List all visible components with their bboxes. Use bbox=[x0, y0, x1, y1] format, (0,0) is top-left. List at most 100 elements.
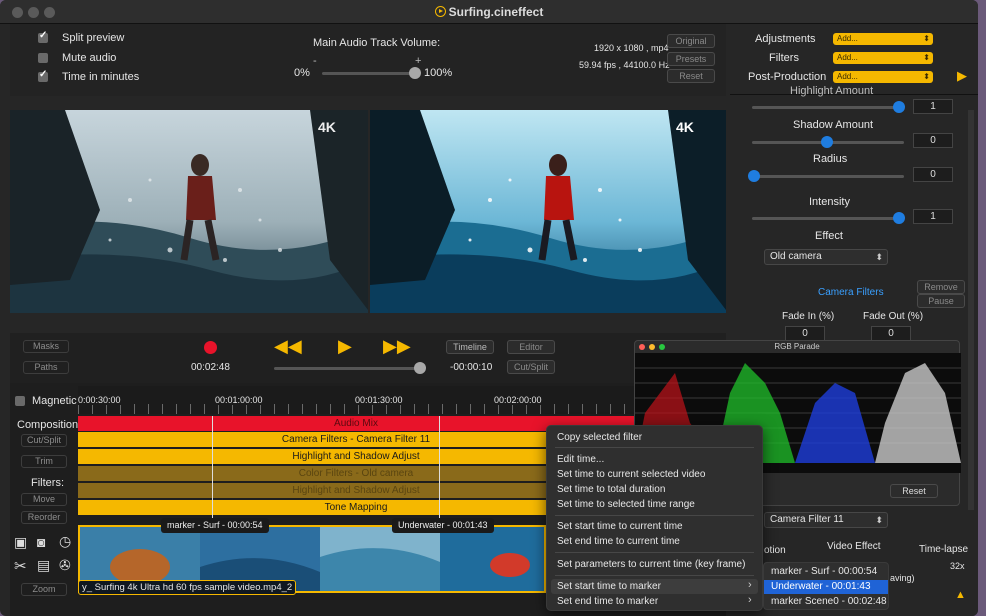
time-in-minutes-label: Time in minutes bbox=[62, 71, 140, 83]
timelapse-value: 32x bbox=[950, 561, 965, 571]
postproduction-label: Post-Production bbox=[748, 71, 827, 83]
surf-scene-original: 4K bbox=[10, 110, 368, 313]
zoom-button[interactable]: Zoom bbox=[21, 583, 67, 596]
intensity-label: Intensity bbox=[809, 196, 850, 208]
highlight-value[interactable]: 1 bbox=[913, 99, 953, 114]
run-effects-icon[interactable]: ▶ bbox=[957, 68, 967, 84]
preview-processed[interactable]: 4K bbox=[370, 110, 726, 313]
highlight-amount-label: Highlight Amount bbox=[790, 85, 874, 97]
intensity-value[interactable]: 1 bbox=[913, 209, 953, 224]
scrub-slider-knob[interactable] bbox=[414, 362, 426, 374]
time-ruler[interactable]: 0:00:30:00 00:01:00:00 00:01:30:00 00:02… bbox=[78, 386, 634, 414]
remaining-time: -00:00:10 bbox=[450, 362, 493, 373]
masks-button[interactable]: Masks bbox=[23, 340, 69, 353]
marker-tag-surf[interactable]: marker - Surf - 00:00:54 bbox=[161, 518, 269, 533]
menu-start-to-current[interactable]: Set start time to current time bbox=[557, 521, 683, 532]
radius-value[interactable]: 0 bbox=[913, 167, 953, 182]
menu-edit-time[interactable]: Edit time... bbox=[557, 454, 604, 465]
adjustments-add-select[interactable]: Add... bbox=[833, 33, 933, 45]
parade-title: RGB Parade bbox=[774, 342, 820, 351]
highlight-slider-knob[interactable] bbox=[893, 101, 905, 113]
current-time: 00:02:48 bbox=[191, 362, 230, 373]
parade-reset-button[interactable]: Reset bbox=[890, 484, 938, 498]
photos-icon[interactable]: ▣ bbox=[14, 534, 27, 551]
trim-button[interactable]: Trim bbox=[21, 455, 67, 468]
shadow-value[interactable]: 0 bbox=[913, 133, 953, 148]
fps-info: 59.94 fps , 44100.0 Hz bbox=[579, 60, 670, 70]
rewind-button[interactable]: ◀◀ bbox=[274, 336, 302, 357]
submenu-marker-scene0[interactable]: marker Scene0 - 00:02:48 bbox=[764, 595, 888, 609]
radius-slider[interactable] bbox=[752, 175, 904, 178]
volume-slider[interactable] bbox=[322, 72, 418, 75]
reel-icon[interactable]: ✇ bbox=[59, 557, 71, 574]
cut-split-top-button[interactable]: Cut/Split bbox=[507, 360, 555, 374]
volume-slider-knob[interactable] bbox=[409, 67, 421, 79]
postproduction-add-select[interactable]: Add... bbox=[833, 71, 933, 83]
menu-separator bbox=[555, 552, 754, 553]
submenu-marker-underwater[interactable]: Underwater - 00:01:43 bbox=[764, 580, 888, 594]
menu-time-to-selected-range[interactable]: Set time to selected time range bbox=[557, 499, 695, 510]
timelapse-label: Time-lapse bbox=[919, 544, 969, 555]
time-in-minutes-checkbox[interactable] bbox=[38, 69, 48, 82]
volume-max-label: 100% bbox=[424, 67, 453, 79]
menu-parameters-keyframe[interactable]: Set parameters to current time (key fram… bbox=[557, 559, 745, 570]
menu-end-to-current[interactable]: Set end time to current time bbox=[557, 536, 680, 547]
app-window: Surfing.cineffect Split preview Mute aud… bbox=[0, 0, 978, 616]
camera-filter-select[interactable]: Camera Filter 11 bbox=[764, 512, 888, 528]
timeline-button[interactable]: Timeline bbox=[446, 340, 494, 354]
volume-minus-label: - bbox=[313, 55, 317, 67]
submenu-marker-surf[interactable]: marker - Surf - 00:00:54 bbox=[764, 565, 888, 579]
intensity-slider-knob[interactable] bbox=[893, 212, 905, 224]
marker-tag-underwater[interactable]: Underwater - 00:01:43 bbox=[392, 518, 494, 533]
expand-up-icon[interactable]: ▲ bbox=[955, 589, 966, 601]
film-icon[interactable]: ▤ bbox=[37, 557, 50, 574]
preview-original[interactable]: 4K bbox=[10, 110, 368, 313]
fast-forward-button[interactable]: ▶▶ bbox=[383, 336, 411, 357]
ruler-tick-label: 0:00:30:00 bbox=[78, 395, 121, 405]
original-button[interactable]: Original bbox=[667, 34, 715, 48]
move-button[interactable]: Move bbox=[21, 493, 67, 506]
timer-icon[interactable]: ◷ bbox=[59, 533, 71, 550]
mute-audio-checkbox[interactable] bbox=[38, 53, 48, 63]
filters-add-select[interactable]: Add... bbox=[833, 52, 933, 64]
reset-button[interactable]: Reset bbox=[667, 69, 715, 83]
pause-button[interactable]: Pause bbox=[917, 294, 965, 308]
fade-in-value[interactable]: 0 bbox=[785, 326, 825, 341]
menu-separator bbox=[555, 575, 754, 576]
scrub-slider[interactable] bbox=[274, 367, 424, 370]
reorder-button[interactable]: Reorder bbox=[21, 511, 67, 524]
camera-filters-link[interactable]: Camera Filters bbox=[818, 287, 884, 298]
highlight-slider[interactable] bbox=[752, 106, 904, 109]
remove-button[interactable]: Remove bbox=[917, 280, 965, 294]
magnetic-checkbox[interactable] bbox=[15, 396, 25, 406]
menu-copy-selected-filter[interactable]: Copy selected filter bbox=[557, 432, 642, 443]
shadow-slider-knob[interactable] bbox=[821, 136, 833, 148]
intensity-slider[interactable] bbox=[752, 217, 904, 220]
menu-time-to-total-duration[interactable]: Set time to total duration bbox=[557, 484, 665, 495]
presets-button[interactable]: Presets bbox=[667, 52, 715, 66]
composition-label: Composition: bbox=[17, 419, 82, 431]
cut-split-button[interactable]: Cut/Split bbox=[21, 434, 67, 447]
menu-time-to-selected-video[interactable]: Set time to current selected video bbox=[557, 469, 705, 480]
radius-slider-knob[interactable] bbox=[748, 170, 760, 182]
fade-in-label: Fade In (%) bbox=[782, 311, 835, 322]
menu-start-to-marker[interactable]: Set start time to marker bbox=[557, 581, 661, 592]
fade-out-value[interactable]: 0 bbox=[871, 326, 911, 341]
camera-icon[interactable]: ◙ bbox=[37, 534, 45, 550]
split-preview-label: Split preview bbox=[62, 32, 125, 44]
menu-end-to-marker[interactable]: Set end time to marker bbox=[557, 596, 658, 607]
record-button[interactable] bbox=[204, 341, 217, 354]
scissors-icon[interactable]: ✂ bbox=[14, 557, 27, 575]
right-panel-scrollbar[interactable] bbox=[968, 110, 974, 510]
ruler-tick-label: 00:02:00:00 bbox=[494, 395, 542, 405]
editor-button[interactable]: Editor bbox=[507, 340, 555, 354]
paths-button[interactable]: Paths bbox=[23, 361, 69, 374]
play-button[interactable]: ▶ bbox=[338, 336, 352, 357]
document-play-icon bbox=[434, 6, 446, 17]
effect-select[interactable]: Old camera bbox=[764, 249, 888, 265]
marker-submenu: marker - Surf - 00:00:54 Underwater - 00… bbox=[763, 562, 889, 610]
split-preview-checkbox[interactable] bbox=[38, 30, 48, 43]
ruler-tick-label: 00:01:30:00 bbox=[355, 395, 403, 405]
submenu-chevron-icon: › bbox=[748, 579, 752, 591]
surf-scene-processed: 4K bbox=[370, 110, 726, 313]
